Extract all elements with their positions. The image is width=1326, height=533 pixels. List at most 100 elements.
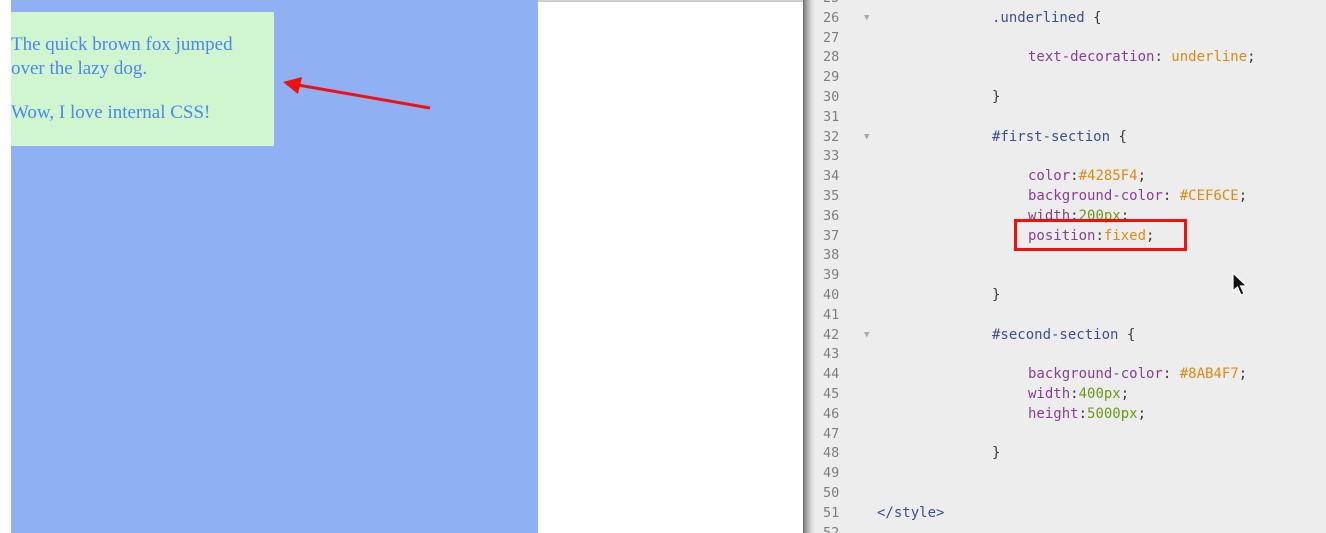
code-token-punct: ; (1137, 405, 1147, 422)
code-token-sel: .underlined (992, 9, 1085, 26)
line-number: 39 (823, 267, 840, 284)
position-fixed-highlight-box (1014, 219, 1187, 251)
code-token-prop: height (1028, 405, 1079, 422)
fold-triangle-icon[interactable]: ▼ (864, 8, 869, 28)
line-number: 50 (823, 485, 840, 501)
line-number: 45 (823, 386, 840, 402)
browser-preview-pane: The quick brown fox jumped over the lazy… (0, 0, 803, 533)
code-token-punct: } (992, 89, 1001, 105)
code-token-punct: ; (1120, 386, 1130, 402)
code-text: height:5000px; (1028, 404, 1146, 424)
code-line-29[interactable]: 29 (815, 67, 1326, 87)
code-editor[interactable]: 2526 ▼ .underlined {2728 text-decoration: u… (815, 0, 1326, 533)
line-number: 47 (823, 425, 840, 442)
line-number: 25 (823, 0, 859, 8)
line-number: 30 (823, 89, 840, 105)
code-token-sel: #first-section (992, 128, 1111, 145)
code-line-31[interactable]: 31 (815, 107, 1326, 127)
line-number: 51 (823, 504, 840, 521)
code-text: } (992, 443, 1000, 463)
code-text: .underlined { (992, 8, 1102, 28)
line-number: 29 (823, 69, 840, 86)
line-number: 44 (823, 366, 840, 383)
code-text: text-decoration: underline; (1028, 47, 1256, 67)
code-token-punct: : (1070, 168, 1079, 185)
screen: The quick brown fox jumped over the lazy… (0, 0, 1326, 533)
line-number: 38 (823, 247, 840, 264)
line-number: 28 (823, 49, 840, 66)
code-line-33[interactable]: 33 (815, 146, 1326, 166)
mouse-pointer-icon (1232, 272, 1248, 296)
code-line-27[interactable]: 27 (815, 28, 1326, 48)
code-line-49[interactable]: 49 (815, 463, 1326, 483)
code-line-41[interactable]: 41 (815, 305, 1326, 325)
code-text: } (992, 285, 1000, 305)
code-line-48[interactable]: 48} (815, 443, 1326, 463)
code-line-34[interactable]: 34 color:#4285F4; (815, 166, 1326, 186)
code-token-punct: ; (1247, 49, 1256, 66)
code-line-26[interactable]: 26 ▼ .underlined { (815, 8, 1326, 28)
fox-paragraph: The quick brown fox jumped over the lazy… (11, 34, 233, 79)
code-token-tag: </style> (877, 504, 945, 521)
code-token-punct: : (1162, 366, 1180, 383)
line-number: 52 (823, 524, 840, 533)
code-line-52[interactable]: 52 (815, 523, 1326, 533)
code-line-42[interactable]: 42 ▼ #second-section { (815, 325, 1326, 345)
code-line-30[interactable]: 30} (815, 87, 1326, 107)
line-number: 42 (823, 326, 840, 343)
code-token-punct: ; (1238, 188, 1248, 204)
line-number: 49 (823, 465, 840, 482)
line-number: 33 (823, 148, 840, 165)
code-line-25[interactable]: 25 (815, 0, 1326, 8)
code-token-val: #8AB4F7 (1179, 366, 1239, 383)
line-number: 48 (823, 445, 840, 462)
code-token-punct: { (1084, 9, 1102, 26)
code-token-punct: } (992, 445, 1001, 462)
code-token-prop: background-color (1028, 366, 1163, 383)
code-token-punct: : (1162, 188, 1180, 204)
line-number: 31 (823, 108, 840, 125)
code-text: background-color: #8AB4F7; (1028, 364, 1247, 384)
code-token-punct: ; (1238, 366, 1248, 383)
code-line-50[interactable]: 50 (815, 483, 1326, 503)
code-line-44[interactable]: 44 background-color: #8AB4F7; (815, 364, 1326, 384)
code-token-punct: } (992, 287, 1001, 303)
line-number: 34 (823, 168, 840, 185)
code-token-val: underline (1171, 49, 1248, 66)
code-text: width:400px; (1028, 384, 1129, 404)
code-line-28[interactable]: 28 text-decoration: underline; (815, 47, 1326, 67)
line-number: 26 (823, 9, 840, 26)
code-token-punct: : (1154, 49, 1172, 66)
code-token-val: #4285F4 (1078, 168, 1138, 185)
code-line-32[interactable]: 32 ▼ #first-section { (815, 127, 1326, 147)
first-section-block: The quick brown fox jumped over the lazy… (11, 12, 274, 146)
line-number: 46 (823, 405, 840, 422)
line-number: 37 (823, 227, 840, 244)
code-token-prop: width (1028, 386, 1071, 402)
code-text: </style> (877, 503, 944, 523)
code-token-val: #CEF6CE (1179, 188, 1239, 204)
code-token-punct: { (1118, 326, 1136, 343)
pane-divider[interactable] (803, 0, 815, 533)
code-line-51[interactable]: 51 </style> (815, 503, 1326, 523)
code-line-46[interactable]: 46 height:5000px; (815, 404, 1326, 424)
line-number: 36 (823, 207, 840, 224)
code-token-num: 5000px (1087, 405, 1138, 422)
code-line-35[interactable]: 35 background-color: #CEF6CE; (815, 186, 1326, 206)
line-number: 41 (823, 306, 840, 323)
code-text: color:#4285F4; (1028, 166, 1146, 186)
page-left-margin (0, 0, 11, 533)
code-token-punct: : (1070, 386, 1079, 402)
fold-triangle-icon[interactable]: ▼ (864, 325, 869, 345)
code-token-punct: : (1078, 405, 1088, 422)
code-line-43[interactable]: 43 (815, 344, 1326, 364)
code-line-45[interactable]: 45 width:400px; (815, 384, 1326, 404)
line-number: 40 (823, 287, 840, 303)
code-token-num: 400px (1078, 386, 1121, 402)
code-token-prop: color (1028, 168, 1071, 185)
code-token-prop: background-color (1028, 188, 1163, 204)
code-line-47[interactable]: 47 (815, 424, 1326, 444)
fold-triangle-icon[interactable]: ▼ (864, 127, 869, 147)
code-token-punct: { (1110, 128, 1127, 145)
code-text: background-color: #CEF6CE; (1028, 186, 1247, 206)
